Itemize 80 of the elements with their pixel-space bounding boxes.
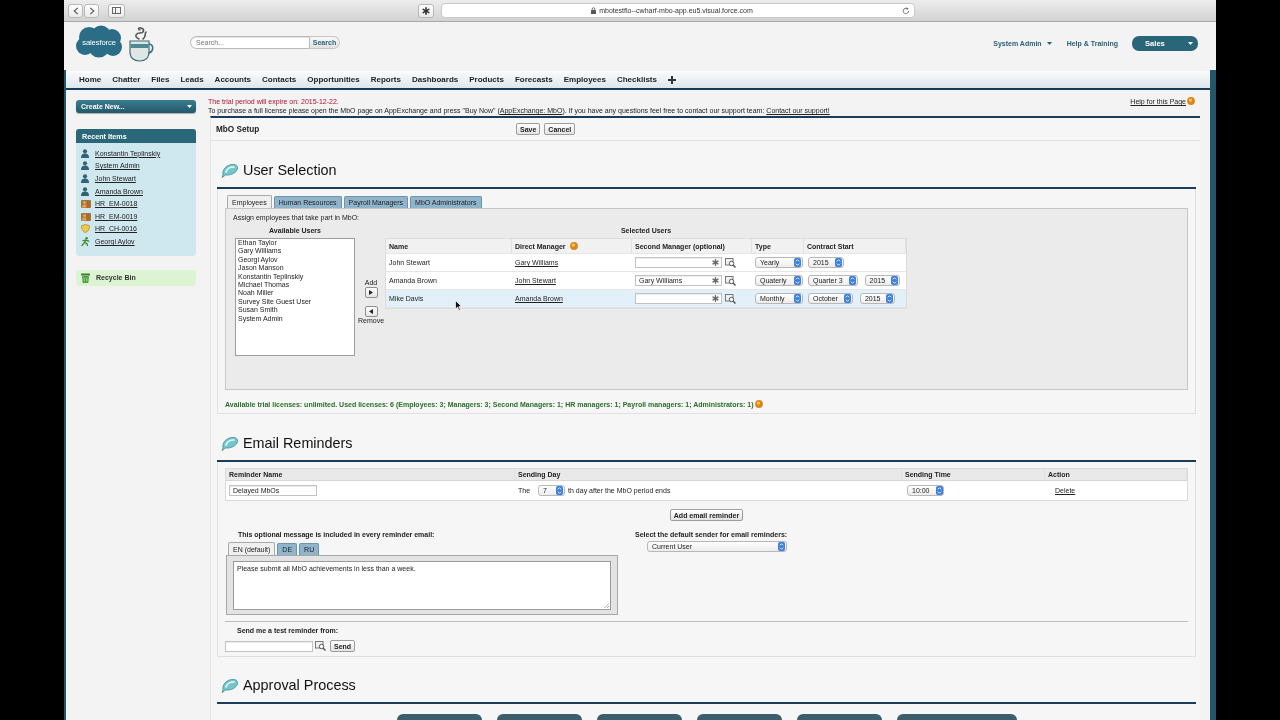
sidebar-button[interactable] [108, 3, 125, 18]
speech-bubble-icon [221, 677, 239, 693]
caret-icon [1188, 42, 1193, 45]
lookup-icon[interactable] [725, 275, 736, 286]
chevron-right-icon [88, 6, 95, 15]
section-title: User Selection [243, 162, 337, 178]
chevron-left-icon [72, 6, 79, 15]
approval-step-button[interactable] [697, 714, 782, 720]
select-arrows-icon [886, 294, 894, 303]
back-button[interactable] [68, 3, 83, 18]
select-arrows-icon [794, 294, 801, 303]
triangle-left-icon [369, 309, 373, 314]
add-button[interactable] [364, 287, 378, 298]
help-icon [569, 242, 578, 250]
approval-step-button[interactable] [397, 714, 482, 720]
lock-icon [591, 7, 597, 14]
person-icon [81, 148, 89, 158]
nav-tab[interactable]: Accounts [214, 75, 252, 84]
test-sender-field[interactable] [225, 640, 313, 652]
triangle-right-icon [369, 290, 373, 295]
approval-step-button[interactable] [497, 714, 582, 720]
people-icon [81, 211, 91, 221]
forward-button[interactable] [84, 3, 99, 18]
select-arrows-icon [843, 294, 851, 303]
asterisk-icon [712, 277, 719, 284]
person-icon [81, 174, 89, 183]
select-arrows-icon [794, 258, 801, 267]
lookup-icon[interactable] [315, 641, 326, 651]
nav-tab[interactable]: Home [79, 75, 102, 84]
second-manager-field[interactable] [635, 293, 722, 304]
running-person-icon [81, 236, 90, 246]
nav-tab[interactable]: Contacts [262, 75, 297, 84]
caret-icon [187, 105, 192, 108]
nav-tab[interactable]: Reports [370, 75, 401, 84]
reload-icon[interactable] [902, 6, 910, 15]
people-icon [81, 199, 91, 209]
nav-tab[interactable]: Dashboards [412, 75, 459, 84]
help-icon [1187, 97, 1195, 105]
sidebar-icon [112, 7, 121, 14]
speech-bubble-icon [221, 162, 239, 178]
extension-button[interactable] [418, 3, 434, 18]
asterisk-icon [712, 295, 719, 302]
approval-step-button[interactable] [897, 714, 1017, 720]
nav-tab[interactable]: Files [151, 75, 170, 84]
trash-icon [81, 272, 90, 283]
caret-icon [1046, 42, 1052, 45]
section-title: Approval Process [243, 677, 356, 693]
nav-tab[interactable]: Leads [180, 75, 204, 84]
shield-icon [81, 224, 90, 234]
select-arrows-icon [778, 542, 786, 551]
nav-tab[interactable]: Forecasts [514, 75, 553, 84]
nav-tab[interactable]: Chatter [112, 75, 141, 84]
nav-tab[interactable]: Employees [563, 75, 606, 84]
panel-title: MbO Setup [216, 124, 261, 134]
lookup-icon[interactable] [725, 257, 736, 268]
asterisk-icon [422, 6, 430, 15]
coffee-mug-icon [127, 24, 155, 62]
approval-step-button[interactable] [597, 714, 682, 720]
select-arrows-icon [834, 258, 842, 267]
select-arrows-icon [935, 486, 943, 495]
second-manager-field[interactable] [635, 257, 722, 268]
person-icon [81, 161, 89, 171]
asterisk-icon [712, 259, 719, 266]
select-arrows-icon [848, 276, 856, 285]
approval-step-button[interactable] [797, 714, 882, 720]
help-icon [754, 400, 763, 408]
nav-tab[interactable]: Checklists [616, 75, 657, 84]
section-title: Email Reminders [243, 435, 353, 451]
remove-button[interactable] [364, 306, 378, 317]
lookup-icon[interactable] [725, 293, 736, 304]
nav-tab[interactable]: Opportunities [307, 75, 360, 84]
select-arrows-icon [556, 486, 564, 495]
select-arrows-icon [794, 276, 801, 285]
resize-grip-icon[interactable] [604, 603, 609, 608]
cloud-logo [75, 25, 123, 58]
nav-tab[interactable]: Products [469, 75, 504, 84]
person-icon [81, 186, 89, 196]
plus-icon[interactable] [667, 75, 676, 84]
select-arrows-icon [891, 276, 899, 285]
speech-bubble-icon [221, 435, 239, 451]
